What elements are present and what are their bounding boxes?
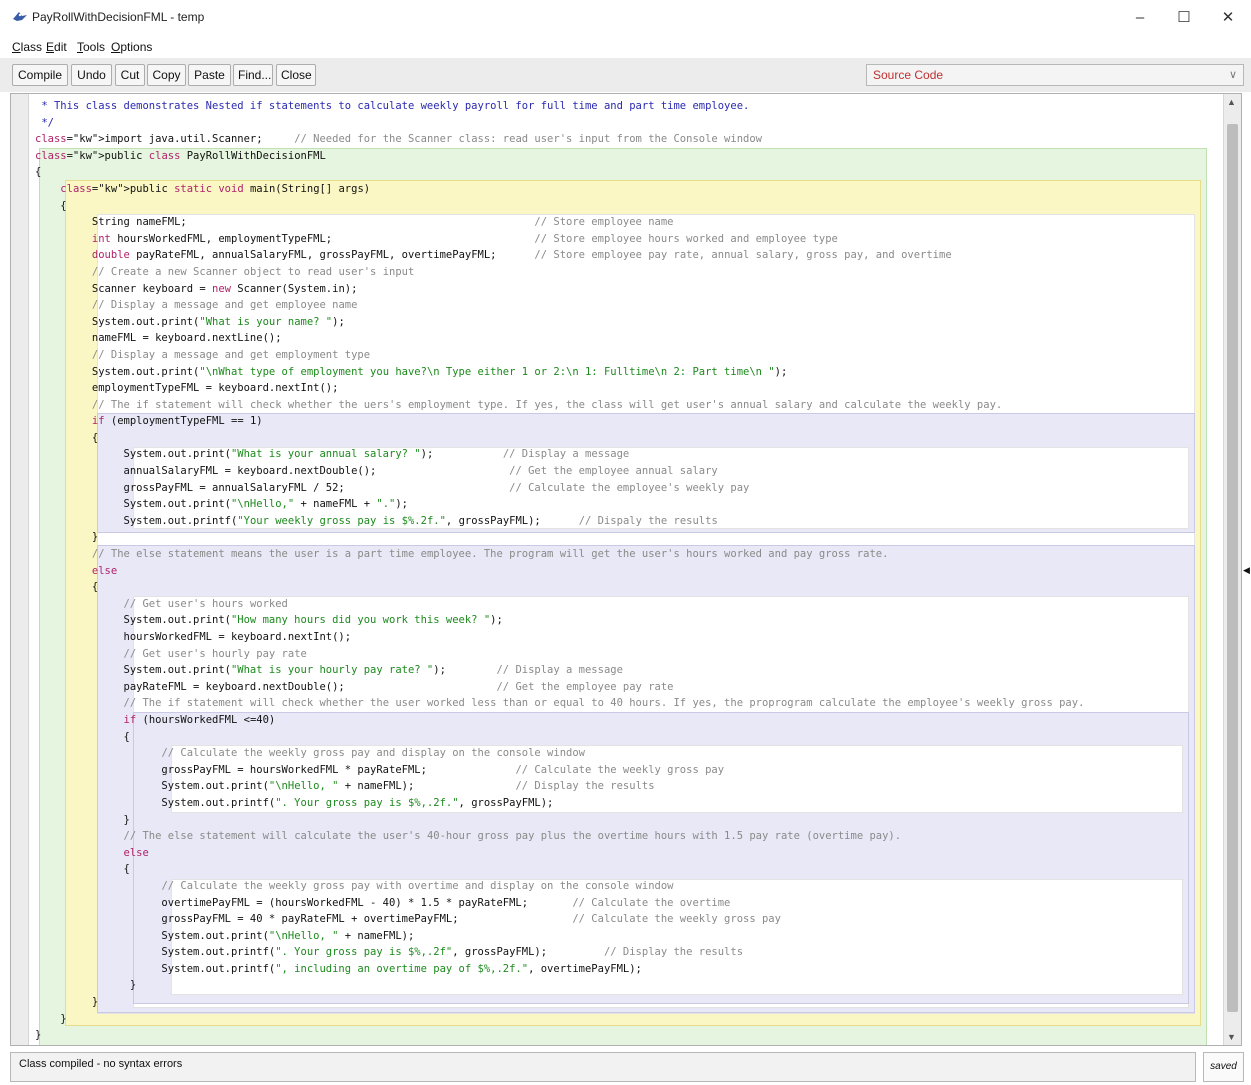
code-line[interactable]: }: [35, 1011, 1084, 1028]
scroll-down-icon[interactable]: ▼: [1227, 1032, 1236, 1042]
menu-class-label: lass: [20, 40, 43, 54]
code-line[interactable]: grossPayFML = annualSalaryFML / 52; // C…: [35, 480, 1084, 497]
code-line[interactable]: System.out.printf(", including an overti…: [35, 961, 1084, 978]
code-line[interactable]: */: [35, 115, 1084, 132]
code-line[interactable]: // Get user's hourly pay rate: [35, 646, 1084, 663]
code-line[interactable]: // Get user's hours worked: [35, 596, 1084, 613]
menu-options-accel: O: [111, 40, 121, 54]
code-line[interactable]: {: [35, 579, 1084, 596]
code-line[interactable]: }: [35, 977, 1084, 994]
vertical-scrollbar[interactable]: ▲ ▼: [1223, 94, 1241, 1045]
code-line[interactable]: System.out.print("What is your hourly pa…: [35, 662, 1084, 679]
menu-tools[interactable]: Tools: [77, 40, 105, 54]
code-line[interactable]: {: [35, 861, 1084, 878]
scrollbar-thumb[interactable]: [1227, 124, 1238, 1012]
code-line[interactable]: // Display a message and get employment …: [35, 347, 1084, 364]
code-line[interactable]: int hoursWorkedFML, employmentTypeFML; /…: [35, 231, 1084, 248]
code-line[interactable]: }: [35, 1027, 1084, 1044]
code-line[interactable]: class="kw">import java.util.Scanner; // …: [35, 131, 1084, 148]
code-line[interactable]: // The if statement will check whether t…: [35, 397, 1084, 414]
undo-button[interactable]: Undo: [71, 64, 112, 86]
code-line[interactable]: class="kw">public class PayRollWithDecis…: [35, 148, 1084, 165]
close-button[interactable]: Close: [276, 64, 316, 86]
menu-class-accel: C: [12, 40, 21, 54]
code-line[interactable]: else: [35, 845, 1084, 862]
paste-button[interactable]: Paste: [188, 64, 231, 86]
code-line[interactable]: }: [35, 994, 1084, 1011]
code-line[interactable]: // Calculate the weekly gross pay with o…: [35, 878, 1084, 895]
code-line[interactable]: overtimePayFML = (hoursWorkedFML - 40) *…: [35, 895, 1084, 912]
menu-edit-label: dit: [54, 40, 67, 54]
code-line[interactable]: if (hoursWorkedFML <=40): [35, 712, 1084, 729]
cut-button[interactable]: Cut: [115, 64, 145, 86]
code-line[interactable]: nameFML = keyboard.nextLine();: [35, 330, 1084, 347]
line-gutter[interactable]: [11, 94, 29, 1045]
saved-indicator: saved: [1203, 1052, 1244, 1082]
code-line[interactable]: double payRateFML, annualSalaryFML, gros…: [35, 247, 1084, 264]
compile-button[interactable]: Compile: [12, 64, 68, 86]
code-line[interactable]: {: [35, 164, 1084, 181]
code-line[interactable]: System.out.print("\nWhat type of employm…: [35, 364, 1084, 381]
code-line[interactable]: System.out.print("What is your annual sa…: [35, 446, 1084, 463]
find-button[interactable]: Find...: [233, 64, 273, 86]
code-line[interactable]: grossPayFML = 40 * payRateFML + overtime…: [35, 911, 1084, 928]
window-title: PayRollWithDecisionFML - temp: [32, 10, 205, 24]
menu-bar: Class Edit Tools Options: [0, 36, 1251, 58]
code-line[interactable]: Scanner keyboard = new Scanner(System.in…: [35, 281, 1084, 298]
code-line[interactable]: // Calculate the weekly gross pay and di…: [35, 745, 1084, 762]
menu-tools-label: ools: [83, 40, 106, 54]
code-line[interactable]: payRateFML = keyboard.nextDouble(); // G…: [35, 679, 1084, 696]
code-line[interactable]: System.out.print("\nHello," + nameFML + …: [35, 496, 1084, 513]
code-line[interactable]: {: [35, 430, 1084, 447]
code-line[interactable]: System.out.print("\nHello, " + nameFML);: [35, 928, 1084, 945]
view-selector-value: Source Code: [873, 68, 944, 82]
code-line[interactable]: System.out.print("What is your name? ");: [35, 314, 1084, 331]
code-line[interactable]: class="kw">public static void main(Strin…: [35, 181, 1084, 198]
code-line[interactable]: employmentTypeFML = keyboard.nextInt();: [35, 380, 1084, 397]
code-line[interactable]: annualSalaryFML = keyboard.nextDouble();…: [35, 463, 1084, 480]
source-code[interactable]: * This class demonstrates Nested if stat…: [35, 98, 1084, 1044]
code-line[interactable]: // Create a new Scanner object to read u…: [35, 264, 1084, 281]
title-bar: PayRollWithDecisionFML - temp – ☐ ✕: [0, 0, 1251, 36]
menu-options-label: ptions: [120, 40, 153, 54]
menu-options[interactable]: Options: [111, 40, 152, 54]
menu-edit-accel: E: [46, 40, 55, 54]
chevron-down-icon: ∨: [1228, 69, 1237, 81]
code-line[interactable]: System.out.print("\nHello, " + nameFML);…: [35, 778, 1084, 795]
code-line[interactable]: else: [35, 563, 1084, 580]
code-line[interactable]: {: [35, 198, 1084, 215]
menu-edit[interactable]: Edit: [46, 40, 67, 54]
close-window-button[interactable]: ✕: [1208, 6, 1248, 30]
minimize-button[interactable]: –: [1120, 6, 1160, 30]
code-line[interactable]: // Display a message and get employee na…: [35, 297, 1084, 314]
code-line[interactable]: grossPayFML = hoursWorkedFML * payRateFM…: [35, 762, 1084, 779]
code-line[interactable]: * This class demonstrates Nested if stat…: [35, 98, 1084, 115]
code-line[interactable]: // The else statement will calculate the…: [35, 828, 1084, 845]
code-line[interactable]: System.out.print("How many hours did you…: [35, 612, 1084, 629]
copy-button[interactable]: Copy: [147, 64, 186, 86]
code-line[interactable]: // The else statement means the user is …: [35, 546, 1084, 563]
scroll-up-icon[interactable]: ▲: [1227, 97, 1236, 107]
code-line[interactable]: System.out.printf("Your weekly gross pay…: [35, 513, 1084, 530]
code-line[interactable]: System.out.printf(". Your gross pay is $…: [35, 944, 1084, 961]
code-line[interactable]: if (employmentTypeFML == 1): [35, 413, 1084, 430]
menu-class[interactable]: Class: [12, 40, 42, 54]
code-line[interactable]: String nameFML; // Store employee name: [35, 214, 1084, 231]
status-message: Class compiled - no syntax errors: [19, 1058, 183, 1070]
code-line[interactable]: System.out.printf(". Your gross pay is $…: [35, 795, 1084, 812]
collapse-arrow-icon[interactable]: ◀: [1243, 565, 1250, 576]
code-editor[interactable]: * This class demonstrates Nested if stat…: [10, 93, 1242, 1046]
code-line[interactable]: hoursWorkedFML = keyboard.nextInt();: [35, 629, 1084, 646]
view-selector[interactable]: Source Code ∨: [866, 64, 1244, 86]
code-line[interactable]: // The if statement will check whether t…: [35, 695, 1085, 712]
code-line[interactable]: {: [35, 729, 1084, 746]
bluej-bird-icon: [13, 12, 27, 21]
status-bar: Class compiled - no syntax errors: [10, 1052, 1196, 1082]
code-line[interactable]: }: [35, 812, 1084, 829]
maximize-button[interactable]: ☐: [1164, 6, 1204, 30]
code-line[interactable]: }: [35, 529, 1084, 546]
